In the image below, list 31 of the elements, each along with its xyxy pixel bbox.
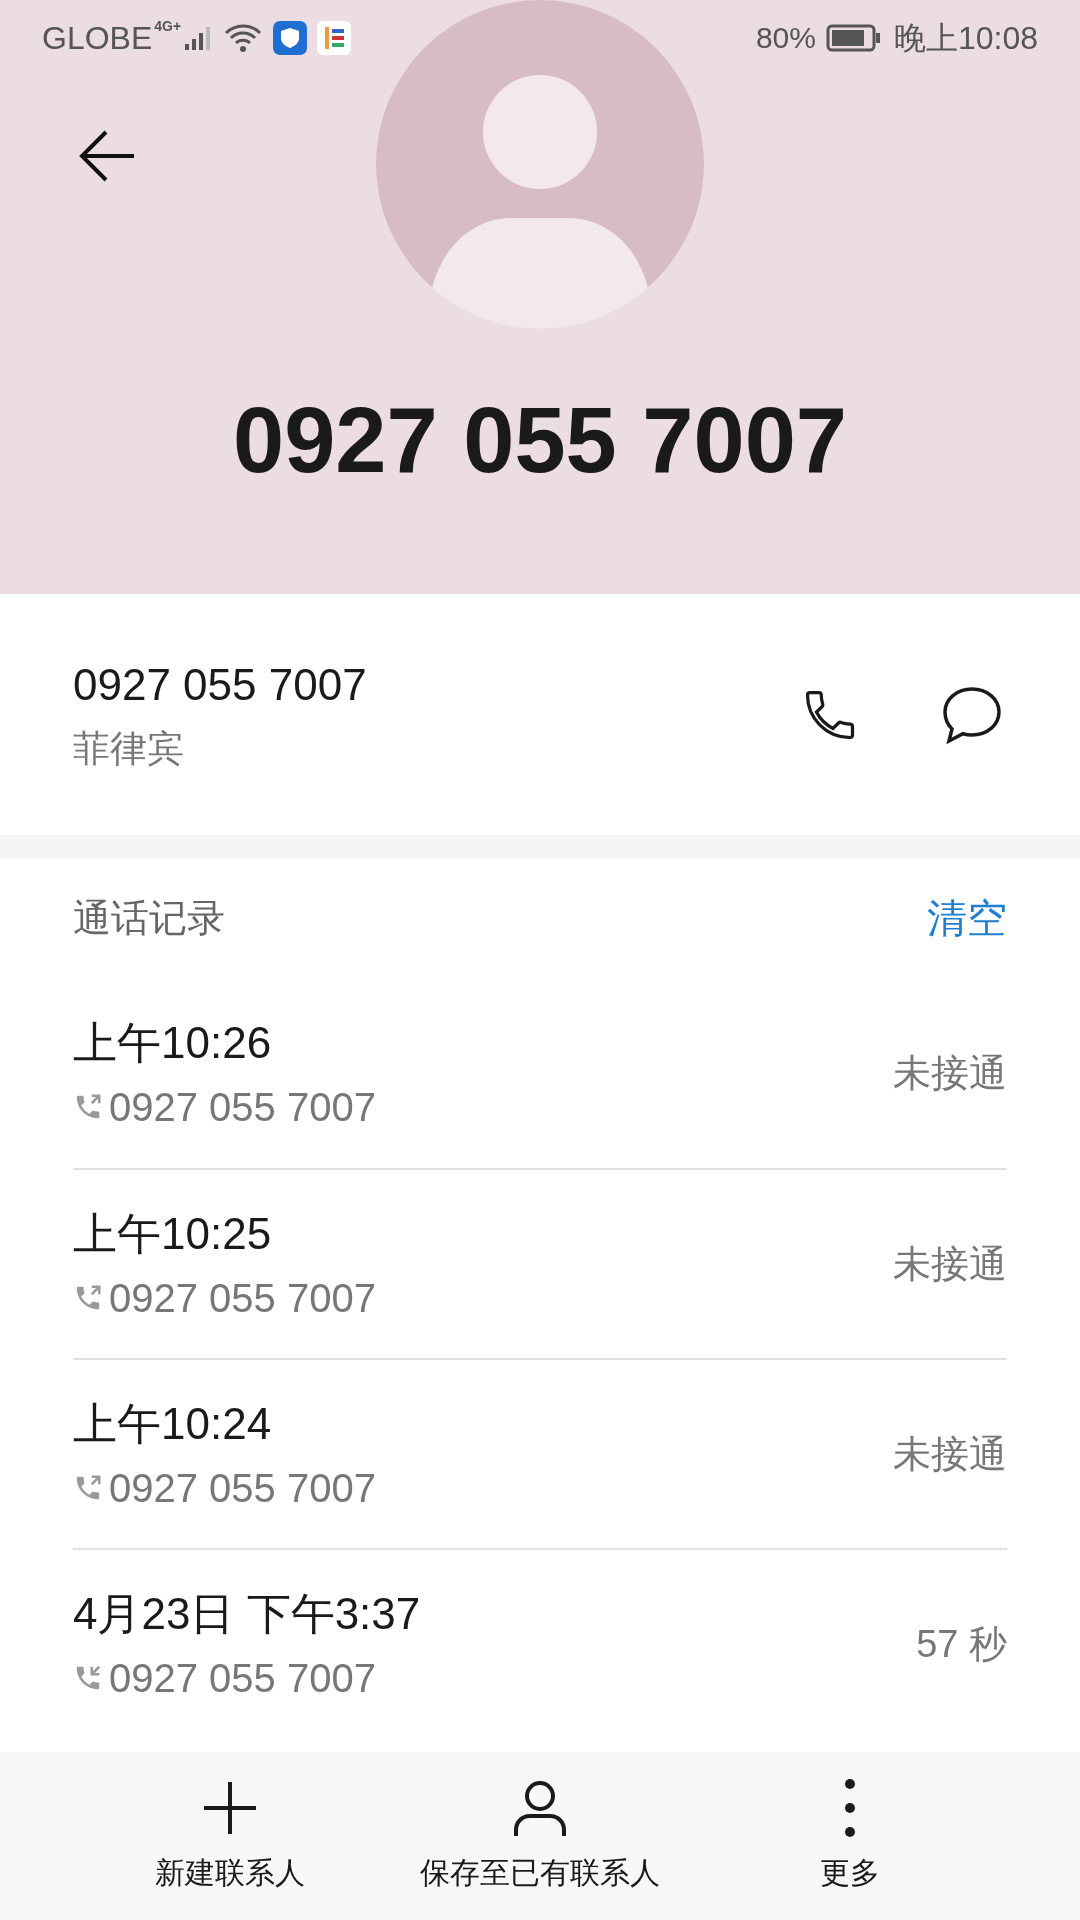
contact-number-title: 0927 055 7007 xyxy=(233,394,847,486)
bottom-action-button[interactable]: 更多 xyxy=(700,1777,1000,1895)
call-number: 0927 055 7007 xyxy=(109,1274,376,1322)
battery-percent: 80% xyxy=(755,20,816,56)
shield-app-icon xyxy=(273,20,308,55)
carrier-name: GLOBE xyxy=(42,18,153,58)
clock: 晚上10:08 xyxy=(893,18,1038,58)
section-title: 通话记录 xyxy=(73,895,225,941)
call-number: 0927 055 7007 xyxy=(109,1654,376,1702)
call-result: 未接通 xyxy=(893,1431,1007,1477)
number-location: 菲律宾 xyxy=(73,726,185,771)
back-arrow-icon xyxy=(78,130,136,182)
chat-bubble-icon xyxy=(941,684,1003,745)
phone-number: 0927 055 7007 xyxy=(73,658,368,711)
bottom-action-button[interactable]: 保存至已有联系人 xyxy=(390,1777,690,1895)
app-icon xyxy=(317,20,352,55)
call-number: 0927 055 7007 xyxy=(109,1083,376,1131)
call-time: 上午10:24 xyxy=(73,1397,273,1450)
wifi-icon xyxy=(223,21,264,54)
call-time: 上午10:26 xyxy=(73,1016,273,1069)
battery-icon xyxy=(825,23,882,52)
more-icon xyxy=(843,1777,857,1838)
call-result: 未接通 xyxy=(893,1241,1007,1287)
call-result: 未接通 xyxy=(893,1050,1007,1096)
call-result: 57 秒 xyxy=(916,1621,1007,1667)
call-time: 4月23日 下午3:37 xyxy=(73,1587,422,1640)
bottom-action-button[interactable]: 新建联系人 xyxy=(80,1777,380,1895)
call-number: 0927 055 7007 xyxy=(109,1464,376,1512)
network-type: 4G+ xyxy=(154,17,182,36)
clear-button[interactable]: 清空 xyxy=(927,888,1007,948)
call-time: 上午10:25 xyxy=(73,1207,273,1260)
